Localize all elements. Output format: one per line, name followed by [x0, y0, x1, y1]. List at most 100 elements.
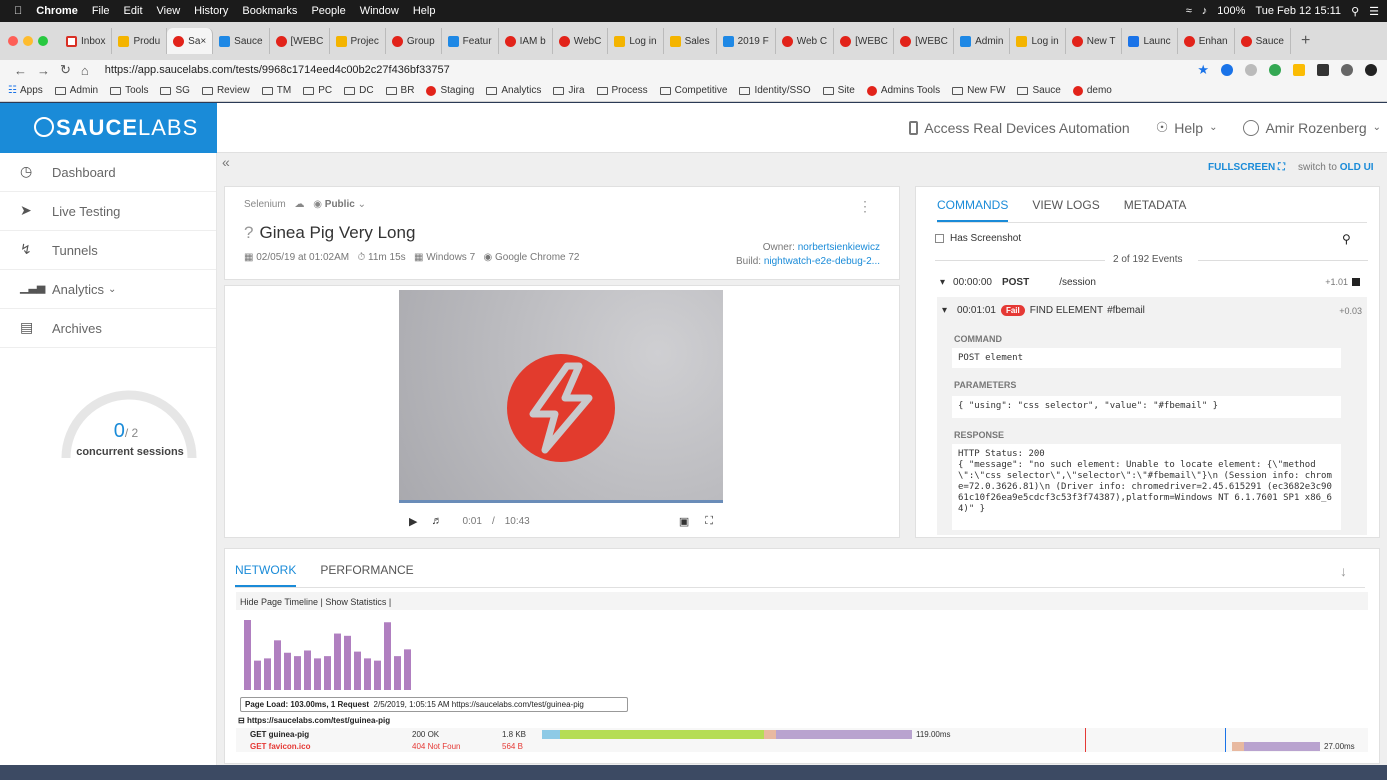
saucelabs-logo[interactable]: SAUCE LABS	[0, 103, 217, 153]
fullscreen-icon[interactable]: ⛶	[705, 515, 713, 528]
bookmark-item[interactable]: Sauce	[1017, 85, 1061, 96]
timeline-bar[interactable]	[264, 658, 271, 690]
menu-file[interactable]: File	[92, 5, 110, 17]
browser-tab[interactable]: Sauce	[1235, 28, 1291, 54]
browser-tab[interactable]: New T	[1066, 28, 1123, 54]
bookmark-star-icon[interactable]: ★	[1197, 62, 1209, 78]
notifications-icon[interactable]: ☰	[1369, 5, 1379, 18]
browser-tab[interactable]: Log in	[608, 28, 664, 54]
arrow-down-icon[interactable]: ↓	[1340, 563, 1347, 579]
browser-tab[interactable]: [WEBC	[270, 28, 330, 54]
bookmark-item[interactable]: New FW	[952, 85, 1005, 96]
more-options-icon[interactable]: ⋮	[858, 198, 872, 215]
reload-icon[interactable]: ↻	[60, 62, 71, 78]
fullscreen-link[interactable]: FULLSCREEN ⛶	[1208, 162, 1285, 173]
close-tab-icon[interactable]: ×	[200, 36, 206, 47]
command-row[interactable]: ▾ 00:00:00 POST /session +1.01	[940, 277, 1360, 288]
timeline-bar[interactable]	[324, 656, 331, 690]
timeline-bar[interactable]	[254, 660, 261, 690]
timeline-bar[interactable]	[284, 652, 291, 690]
bookmark-item[interactable]: BR	[385, 85, 414, 96]
collapse-sidebar-icon[interactable]: «	[222, 154, 230, 170]
browser-tab[interactable]: Sa ×	[167, 28, 214, 54]
sidebar-item-analytics[interactable]: ▁▃▅ Analytics ⌄	[0, 270, 216, 309]
timeline-bar[interactable]	[314, 658, 321, 690]
menu-bookmarks[interactable]: Bookmarks	[242, 5, 297, 17]
extension-icon[interactable]	[1293, 64, 1305, 76]
help-menu[interactable]: ☉ Help ⌄	[1156, 119, 1218, 136]
picture-in-picture-icon[interactable]: ▣	[679, 515, 689, 528]
bookmark-item[interactable]: Process	[596, 85, 648, 96]
real-devices-link[interactable]: Access Real Devices Automation	[909, 120, 1130, 136]
sidebar-item-dashboard[interactable]: ◷ Dashboard	[0, 153, 216, 192]
url-input[interactable]: https://app.saucelabs.com/tests/9968c171…	[105, 64, 450, 76]
volume-icon[interactable]: ♪	[1202, 5, 1208, 17]
timeline-bar[interactable]	[344, 635, 351, 690]
timeline-bar[interactable]	[384, 622, 391, 690]
owner-link[interactable]: norbertsienkiewicz	[798, 242, 880, 253]
bookmark-item[interactable]: DC	[344, 85, 374, 96]
menu-people[interactable]: People	[311, 5, 345, 17]
browser-tab[interactable]: 2019 F	[717, 28, 776, 54]
bookmark-item[interactable]: demo	[1072, 85, 1112, 96]
menu-view[interactable]: View	[157, 5, 181, 17]
bookmark-item[interactable]: TM	[261, 85, 291, 96]
browser-tab[interactable]: Admin	[954, 28, 1011, 54]
timeline-bar[interactable]	[354, 651, 361, 690]
browser-tab[interactable]: [WEBC	[894, 28, 955, 54]
command-row-failed[interactable]: ▾ 00:01:01 Fail FIND ELEMENT #fbemail +0…	[942, 305, 1362, 316]
clock[interactable]: Tue Feb 12 15:11	[1255, 5, 1341, 17]
tab-performance[interactable]: PERFORMANCE	[320, 563, 413, 587]
browser-tab[interactable]: [WEBC	[834, 28, 895, 54]
browser-tab[interactable]: Projec	[330, 28, 386, 54]
zoom-window-icon[interactable]	[38, 36, 48, 46]
search-icon[interactable]: ⚲	[1342, 232, 1351, 246]
minimize-window-icon[interactable]	[23, 36, 33, 46]
browser-tab[interactable]: Inbox	[60, 28, 113, 54]
screenshot-icon[interactable]	[1352, 278, 1360, 286]
bookmark-item[interactable]: Admin	[54, 85, 98, 96]
browser-tab[interactable]: Featur	[442, 28, 499, 54]
tab-view-logs[interactable]: VIEW LOGS	[1032, 198, 1099, 222]
bookmark-item[interactable]: Review	[201, 85, 250, 96]
browser-tab[interactable]: Sales	[664, 28, 717, 54]
request-host[interactable]: ⊟ https://saucelabs.com/test/guinea-pig	[238, 716, 390, 725]
tab-metadata[interactable]: METADATA	[1124, 198, 1187, 222]
tab-commands[interactable]: COMMANDS	[937, 198, 1009, 222]
sidebar-item-live-testing[interactable]: ➤ Live Testing	[0, 192, 216, 231]
bookmark-item[interactable]: Analytics	[486, 85, 541, 96]
timeline-bar[interactable]	[404, 649, 411, 690]
bookmark-item[interactable]: Staging	[426, 85, 474, 96]
has-screenshot-checkbox[interactable]	[935, 234, 944, 243]
menu-window[interactable]: Window	[360, 5, 399, 17]
browser-tab[interactable]: Launc	[1122, 28, 1178, 54]
new-tab-icon[interactable]: +	[1301, 32, 1310, 50]
spotlight-icon[interactable]: ⚲	[1351, 5, 1359, 18]
bookmark-item[interactable]: Identity/SSO	[739, 85, 811, 96]
browser-tab[interactable]: Log in	[1010, 28, 1066, 54]
extension-icon[interactable]	[1245, 64, 1257, 76]
menu-edit[interactable]: Edit	[124, 5, 143, 17]
bookmark-item[interactable]: Competitive	[659, 85, 727, 96]
timeline-bar[interactable]	[304, 650, 311, 690]
play-icon[interactable]: ▶	[409, 515, 417, 528]
timeline-bar[interactable]	[294, 656, 301, 690]
apple-menu-icon[interactable]: 	[14, 5, 22, 17]
timeline-toolbar[interactable]: Hide Page Timeline | Show Statistics |	[236, 592, 1368, 610]
build-link[interactable]: nightwatch-e2e-debug-2...	[764, 256, 880, 267]
bookmark-item[interactable]: PC	[303, 85, 332, 96]
wifi-icon[interactable]: ≈	[1186, 5, 1192, 17]
timeline-bar[interactable]	[274, 640, 281, 690]
sidebar-item-tunnels[interactable]: ↯ Tunnels	[0, 231, 216, 270]
browser-tab[interactable]: IAM b	[499, 28, 553, 54]
extension-icon[interactable]	[1317, 64, 1329, 76]
bookmark-item[interactable]: Tools	[110, 85, 148, 96]
bookmark-item[interactable]: SG	[160, 85, 190, 96]
back-icon[interactable]: ←	[14, 63, 27, 78]
request-row[interactable]: GET guinea-pig 200 OK 1.8 KB 119.00ms	[236, 729, 1368, 740]
timeline-bar[interactable]	[364, 658, 371, 690]
forward-icon[interactable]: →	[37, 63, 50, 78]
extension-icon[interactable]	[1221, 64, 1233, 76]
bookmark-item[interactable]: Jira	[553, 85, 585, 96]
menu-app[interactable]: Chrome	[36, 5, 78, 17]
